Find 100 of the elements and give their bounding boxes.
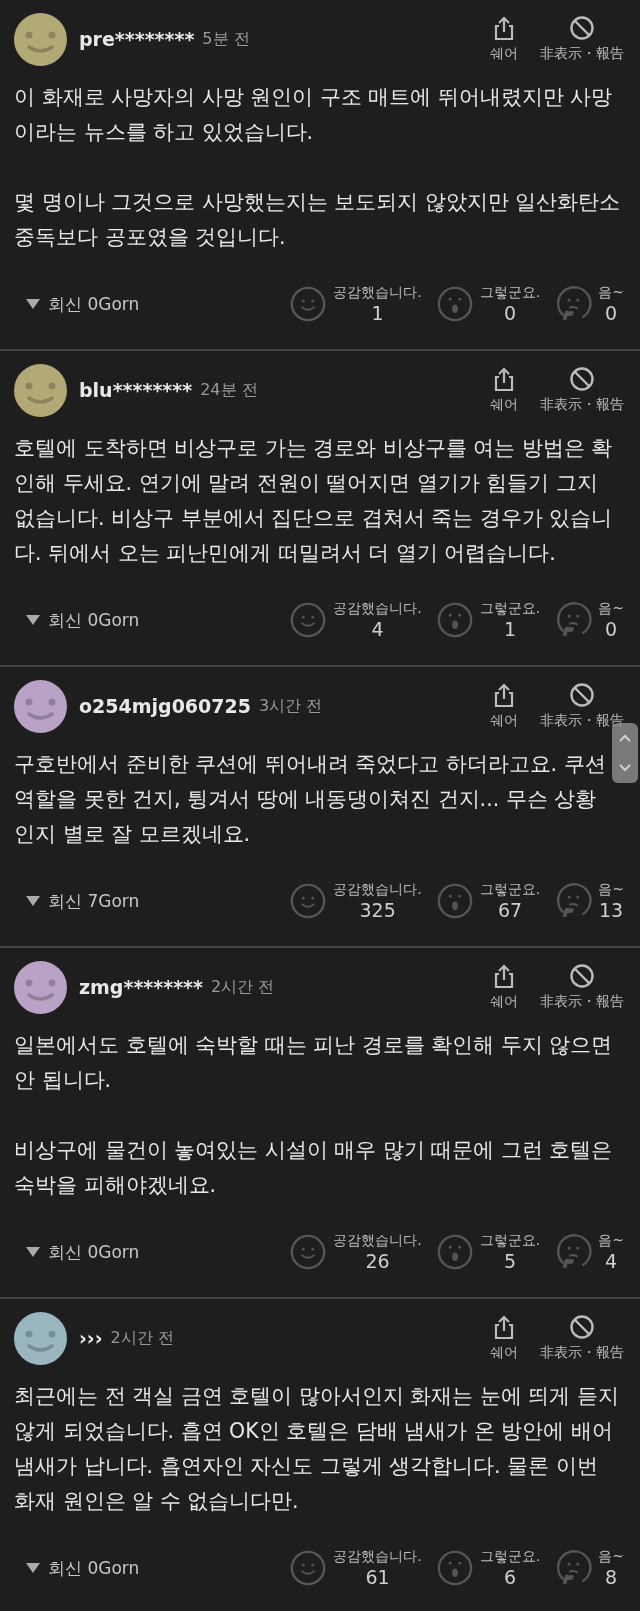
- hide-report-button[interactable]: 非表示・報告: [540, 15, 624, 63]
- timestamp: 2시간 전: [110, 1327, 174, 1349]
- comment-text: 구호반에서 준비한 쿠션에 뛰어내려 죽었다고 하더라고요. 쿠션 역할을 못한 건지, 튕겨서 땅에 내동댕이쳐진 건지... 무슨 상황인지 별로 잘 모르겠네요.: [14, 751, 607, 848]
- reaction-label: 공감했습니다.: [333, 1232, 422, 1250]
- reaction-button[interactable]: 음~ 0: [554, 600, 624, 640]
- reaction-button[interactable]: 공감했습니다. 1: [289, 284, 422, 324]
- reaction-label: 그렇군요.: [479, 1548, 541, 1566]
- timestamp: 3시간 전: [258, 695, 323, 717]
- reaction-label: 음~: [598, 881, 624, 899]
- comment-text: 호텔에 도착하면 비상구로 가는 경로와 비상구를 여는 방법은 확인해 두세요. 연기에 말려 전원이 떨어지면 열기가 힘들기 그지 없습니다. 비상구 부분에서 집단으로 겹쳐서 죽는 경우가 있습니다. 뒤에서 오는 피난민에게 떠밀려서 더 열기 어렵습니다.: [14, 435, 614, 567]
- timestamp: 2시간 전: [210, 976, 275, 998]
- reaction-count: 0: [604, 302, 619, 324]
- share-button[interactable]: 쉐어: [490, 15, 518, 63]
- caret-icon: [26, 299, 40, 309]
- block-icon: [569, 366, 595, 392]
- hide-report-button[interactable]: 非表示・報告: [540, 366, 624, 414]
- reaction-label: 음~: [598, 600, 624, 618]
- smiley-icon: [289, 882, 328, 920]
- thinking-face-icon: [554, 1549, 593, 1587]
- share-button[interactable]: 쉐어: [490, 682, 518, 730]
- surprised-face-icon: [435, 285, 474, 323]
- timestamp: 5분 전: [202, 28, 250, 50]
- thinking-face-icon: [554, 1233, 593, 1271]
- username[interactable]: zmg********: [79, 976, 203, 998]
- comment-text: 일본에서도 호텔에 숙박할 때는 피난 경로를 확인해 두지 않으면 안 됩니다.: [14, 1032, 614, 1094]
- surprised-face-icon: [435, 601, 474, 639]
- reaction-button[interactable]: 음~ 0: [554, 284, 624, 324]
- reaction-count: 13: [598, 899, 624, 921]
- comment-text: 비상구에 물건이 놓여있는 시설이 매우 많기 때문에 그런 호텔은 숙박을 피해야겠네요.: [14, 1137, 614, 1199]
- reaction-button[interactable]: 공감했습니다. 26: [289, 1232, 422, 1272]
- reaction-button[interactable]: 그렇군요. 0: [435, 284, 541, 324]
- comment-text: 최근에는 전 객실 금연 호텔이 많아서인지 화재는 눈에 띄게 듣지 않게 되었습니다. 흡연 OK인 호텔은 담배 냄새가 온 방안에 배어 냄새가 납니다. 흡연자인 자신도 그렇게 생각합니다. 물론 이번 화재 원인은 알 수 없습니다만.: [14, 1383, 620, 1515]
- reaction-count: 1: [503, 618, 518, 640]
- block-icon: [569, 682, 595, 708]
- reaction-count: 1: [370, 302, 385, 324]
- caret-icon: [26, 615, 40, 625]
- surprised-face-icon: [435, 882, 474, 920]
- smiley-icon: [289, 285, 328, 323]
- smiley-icon: [289, 1549, 328, 1587]
- reaction-count: 5: [503, 1250, 518, 1272]
- block-icon: [569, 963, 595, 989]
- username[interactable]: blu********: [79, 379, 193, 401]
- reaction-button[interactable]: 음~ 13: [554, 881, 624, 921]
- reaction-label: 공감했습니다.: [333, 600, 422, 618]
- hide-report-button[interactable]: 非表示・報告: [540, 682, 624, 730]
- share-button[interactable]: 쉐어: [490, 963, 518, 1011]
- reaction-label: 음~: [598, 1548, 624, 1566]
- caret-icon: [26, 1563, 40, 1573]
- reaction-button[interactable]: 공감했습니다. 325: [289, 881, 422, 921]
- reaction-button[interactable]: 그렇군요. 1: [435, 600, 541, 640]
- reaction-label: 음~: [598, 284, 624, 302]
- reaction-label: 음~: [598, 1232, 624, 1250]
- reaction-count: 61: [364, 1566, 391, 1588]
- reaction-count: 4: [370, 618, 385, 640]
- username[interactable]: pre********: [79, 28, 195, 50]
- reaction-count: 8: [604, 1566, 619, 1588]
- reaction-button[interactable]: 그렇군요. 67: [435, 881, 541, 921]
- reaction-button[interactable]: 그렇군요. 5: [435, 1232, 541, 1272]
- thinking-face-icon: [554, 882, 593, 920]
- reaction-button[interactable]: 음~ 4: [554, 1232, 624, 1272]
- reaction-label: 그렇군요.: [479, 1232, 541, 1250]
- caret-icon: [26, 896, 40, 906]
- reaction-count: 0: [604, 618, 619, 640]
- comment-text: 이 화재로 사망자의 사망 원인이 구조 매트에 뛰어내렸지만 사망이라는 뉴스를 하고 있었습니다.: [14, 84, 614, 146]
- block-icon: [569, 15, 595, 41]
- reaction-count: 67: [496, 899, 524, 921]
- hide-report-button[interactable]: 非表示・報告: [540, 1314, 624, 1362]
- smiley-icon: [289, 601, 328, 639]
- reply-toggle[interactable]: 회신 0Gorn: [26, 292, 140, 316]
- reaction-label: 그렇군요.: [479, 881, 541, 899]
- reaction-label: 공감했습니다.: [333, 284, 422, 302]
- reply-toggle[interactable]: 회신 0Gorn: [26, 1556, 140, 1580]
- reaction-count: 4: [604, 1250, 619, 1272]
- reaction-label: 공감했습니다.: [333, 881, 422, 899]
- timestamp: 24분 전: [200, 379, 258, 401]
- reply-toggle[interactable]: 회신 7Gorn: [26, 889, 140, 913]
- username[interactable]: ›››: [79, 1327, 103, 1349]
- reaction-button[interactable]: 공감했습니다. 4: [289, 600, 422, 640]
- reaction-label: 그렇군요.: [479, 284, 541, 302]
- reaction-label: 그렇군요.: [479, 600, 541, 618]
- share-button[interactable]: 쉐어: [490, 1314, 518, 1362]
- share-button[interactable]: 쉐어: [490, 366, 518, 414]
- reaction-count: 6: [503, 1566, 518, 1588]
- thinking-face-icon: [554, 285, 593, 323]
- reply-toggle[interactable]: 회신 0Gorn: [26, 1240, 140, 1264]
- surprised-face-icon: [435, 1233, 474, 1271]
- reaction-button[interactable]: 그렇군요. 6: [435, 1548, 541, 1588]
- thinking-face-icon: [554, 601, 593, 639]
- block-icon: [569, 1314, 595, 1340]
- reply-toggle[interactable]: 회신 0Gorn: [26, 608, 140, 632]
- reaction-count: 325: [358, 899, 397, 921]
- username[interactable]: o254mjg060725: [79, 695, 251, 717]
- reaction-count: 0: [503, 302, 518, 324]
- smiley-icon: [289, 1233, 328, 1271]
- surprised-face-icon: [435, 1549, 474, 1587]
- reaction-button[interactable]: 공감했습니다. 61: [289, 1548, 422, 1588]
- hide-report-button[interactable]: 非表示・報告: [540, 963, 624, 1011]
- reaction-count: 26: [364, 1250, 391, 1272]
- caret-icon: [26, 1247, 40, 1257]
- reaction-button[interactable]: 음~ 8: [554, 1548, 624, 1588]
